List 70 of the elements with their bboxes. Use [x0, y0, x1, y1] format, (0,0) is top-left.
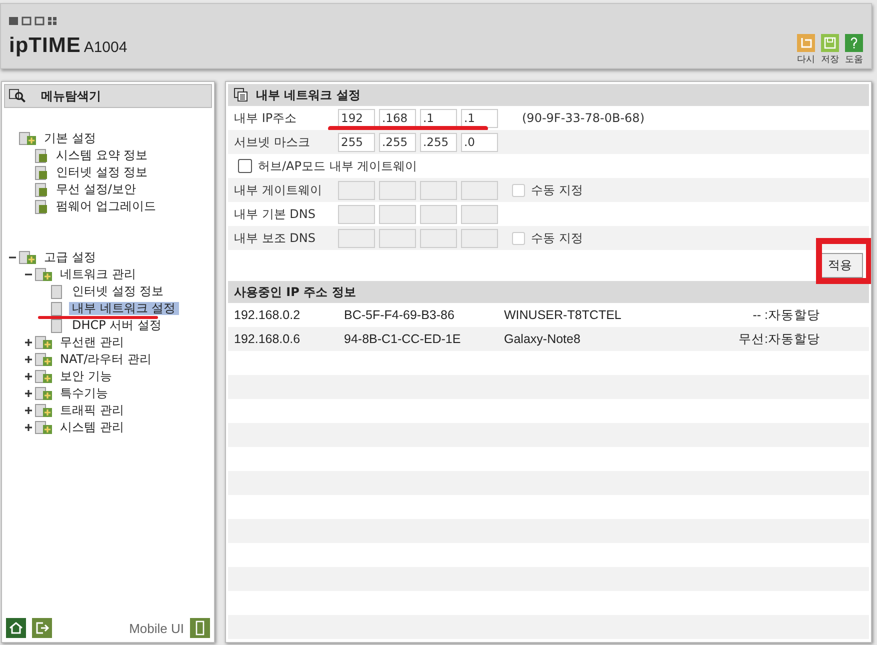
mac-address: (90-9F-33-78-0B-68): [522, 111, 644, 125]
expand-icon[interactable]: [24, 406, 33, 415]
tree-item[interactable]: 특수기능: [57, 387, 111, 400]
field-label: 서브넷 마스크: [234, 134, 311, 150]
expand-icon[interactable]: [24, 423, 33, 432]
input-field[interactable]: .1: [461, 108, 498, 128]
undo-icon: [799, 36, 813, 50]
tree-item[interactable]: 보안 기능: [57, 370, 115, 383]
expand-icon[interactable]: [24, 389, 33, 398]
tree-item[interactable]: 인터넷 설정 정보: [53, 166, 151, 179]
folder-icon: [35, 386, 55, 400]
expand-icon[interactable]: [24, 338, 33, 347]
tree-item[interactable]: 네트워크 관리: [57, 268, 139, 281]
table-cell-text: 무선:자동할당: [738, 330, 820, 348]
save-icon: [823, 36, 837, 50]
field-label: 내부 보조 DNS: [234, 230, 316, 246]
tree-item[interactable]: NAT/라우터 관리: [57, 353, 154, 366]
checkbox-label: 허브/AP모드 내부 게이트웨이: [258, 158, 418, 174]
search-icon: [9, 89, 27, 103]
input-field[interactable]: .255: [420, 132, 457, 152]
table-cell-text: 192.168.0.6: [234, 332, 302, 346]
tree-item[interactable]: 무선랜 관리: [57, 336, 127, 349]
tree-item[interactable]: 시스템 관리: [57, 421, 127, 434]
folder-icon: [35, 404, 55, 418]
window-squares-icon: [9, 16, 57, 26]
mobile-ui-link[interactable]: Mobile UI: [129, 620, 184, 636]
folder-icon: [19, 250, 39, 264]
tree-item[interactable]: 펌웨어 업그레이드: [53, 200, 159, 213]
input-field[interactable]: .1: [420, 108, 457, 128]
input-field[interactable]: 192: [338, 108, 375, 128]
folder-icon: [35, 420, 55, 434]
table-cell-text: -- :자동할당: [752, 306, 820, 324]
folder-icon: [35, 352, 55, 366]
tree-item[interactable]: 인터넷 설정 정보: [69, 285, 167, 298]
section-title: 내부 네트워크 설정: [256, 86, 360, 104]
section-title: 사용중인 IP 주소 정보: [234, 284, 356, 300]
tree-item[interactable]: 무선 설정/보안: [53, 183, 139, 196]
input-field[interactable]: .168: [379, 108, 416, 128]
expand-icon[interactable]: [24, 372, 33, 381]
logo: ipTIME A1004: [9, 34, 128, 58]
tree-item[interactable]: 트래픽 관리: [57, 404, 127, 417]
home-icon[interactable]: [6, 618, 26, 638]
tree-item[interactable]: 내부 네트워크 설정: [69, 302, 179, 315]
checkbox-label: 수동 지정: [531, 230, 583, 246]
table-cell-text: WINUSER-T8TCTEL: [504, 308, 622, 322]
folder-icon: [35, 370, 55, 384]
tree-item[interactable]: DHCP 서버 설정: [69, 319, 165, 332]
folder-icon: [35, 336, 55, 350]
folder-icon: [35, 268, 55, 282]
table-cell-text: BC-5F-F4-69-B3-86: [344, 308, 456, 322]
field-label: 내부 게이트웨이: [234, 182, 323, 198]
input-field[interactable]: 255: [338, 132, 375, 152]
expand-icon[interactable]: [24, 355, 33, 364]
field-label: 내부 IP주소: [234, 110, 298, 126]
logout-icon[interactable]: [32, 618, 52, 638]
folder-icon: [19, 132, 39, 146]
tree-item[interactable]: 기본 설정: [41, 132, 99, 145]
input-field[interactable]: .0: [461, 132, 498, 152]
table-cell-text: 94-8B-C1-CC-ED-1E: [344, 332, 462, 346]
field-label: 내부 기본 DNS: [234, 206, 316, 222]
checkbox-label: 수동 지정: [531, 182, 583, 198]
checkbox[interactable]: [238, 159, 252, 173]
table-cell-text: 192.168.0.2: [234, 308, 302, 322]
phone-icon[interactable]: [190, 618, 210, 638]
window-icon: [234, 88, 248, 102]
input-field[interactable]: .255: [379, 132, 416, 152]
panel-title: 메뉴탐색기: [41, 88, 101, 104]
tree-item[interactable]: 시스템 요약 정보: [53, 149, 151, 162]
table-cell-text: Galaxy-Note8: [504, 332, 582, 346]
tree-item[interactable]: 고급 설정: [41, 251, 99, 264]
